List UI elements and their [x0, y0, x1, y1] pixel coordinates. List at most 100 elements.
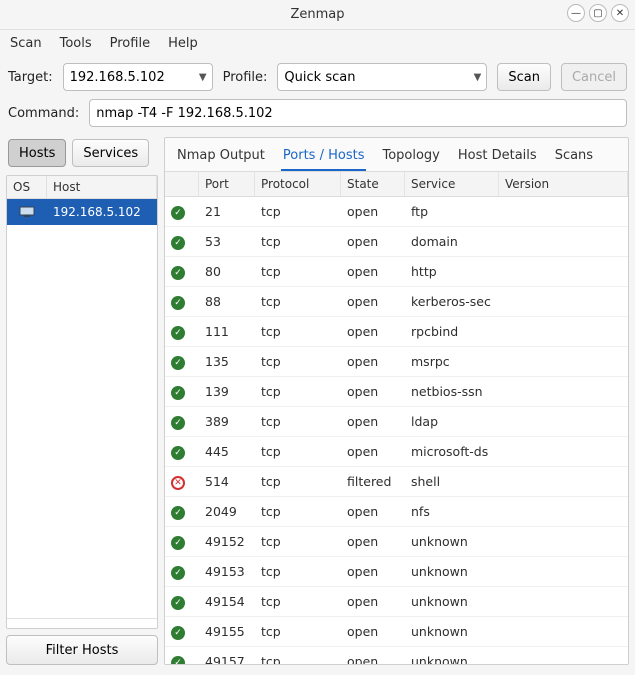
port-protocol-cell: tcp [255, 534, 341, 549]
port-state-cell: open [341, 414, 405, 429]
status-ok-icon: ✓ [171, 326, 185, 340]
port-number-cell: 2049 [199, 504, 255, 519]
port-row[interactable]: ✓88tcpopenkerberos-sec [165, 287, 628, 317]
window-title: Zenmap [290, 7, 344, 22]
status-ok-icon: ✓ [171, 656, 185, 664]
protocol-column-header[interactable]: Protocol [255, 172, 341, 196]
port-service-cell: shell [405, 474, 499, 489]
state-column-header[interactable]: State [341, 172, 405, 196]
host-list-scrollbar[interactable] [7, 618, 157, 628]
port-protocol-cell: tcp [255, 654, 341, 664]
menu-profile[interactable]: Profile [110, 36, 150, 51]
port-status-cell: ✓ [165, 443, 199, 460]
port-status-cell: ✓ [165, 413, 199, 430]
port-number-cell: 49153 [199, 564, 255, 579]
port-protocol-cell: tcp [255, 384, 341, 399]
window-controls: — ▢ ✕ [567, 4, 629, 22]
menu-tools[interactable]: Tools [60, 36, 92, 51]
close-icon[interactable]: ✕ [611, 4, 629, 22]
menu-scan[interactable]: Scan [10, 36, 42, 51]
port-row[interactable]: ✓49155tcpopenunknown [165, 617, 628, 647]
port-row[interactable]: ✓139tcpopennetbios-ssn [165, 377, 628, 407]
host-row[interactable]: 192.168.5.102 [7, 199, 157, 225]
command-toolbar: Command: [0, 95, 635, 131]
menu-help[interactable]: Help [168, 36, 198, 51]
tab-nmap-output[interactable]: Nmap Output [175, 144, 267, 171]
port-status-cell: ✓ [165, 323, 199, 340]
target-input[interactable] [63, 63, 213, 91]
port-service-cell: msrpc [405, 354, 499, 369]
port-row[interactable]: ✓49157tcpopenunknown [165, 647, 628, 664]
port-row[interactable]: ✓21tcpopenftp [165, 197, 628, 227]
maximize-icon[interactable]: ▢ [589, 4, 607, 22]
port-row[interactable]: ✕514tcpfilteredshell [165, 467, 628, 497]
port-service-cell: domain [405, 234, 499, 249]
status-ok-icon: ✓ [171, 266, 185, 280]
port-status-cell: ✓ [165, 653, 199, 664]
port-row[interactable]: ✓2049tcpopennfs [165, 497, 628, 527]
port-number-cell: 445 [199, 444, 255, 459]
tab-host-details[interactable]: Host Details [456, 144, 539, 171]
tab-ports-hosts[interactable]: Ports / Hosts [281, 144, 367, 171]
status-ok-icon: ✓ [171, 236, 185, 250]
right-pane: Nmap Output Ports / Hosts Topology Host Det… [164, 137, 629, 665]
port-number-cell: 49155 [199, 624, 255, 639]
port-number-cell: 49152 [199, 534, 255, 549]
port-status-cell: ✓ [165, 203, 199, 220]
host-column-header[interactable]: Host [47, 176, 157, 198]
port-protocol-cell: tcp [255, 564, 341, 579]
port-status-cell: ✓ [165, 563, 199, 580]
port-state-cell: open [341, 384, 405, 399]
port-row[interactable]: ✓49153tcpopenunknown [165, 557, 628, 587]
port-row[interactable]: ✓445tcpopenmicrosoft-ds [165, 437, 628, 467]
port-state-cell: open [341, 324, 405, 339]
status-ok-icon: ✓ [171, 596, 185, 610]
profile-label: Profile: [223, 70, 268, 85]
filter-hosts-button[interactable]: Filter Hosts [6, 635, 158, 665]
menubar: Scan Tools Profile Help [0, 30, 635, 59]
service-column-header[interactable]: Service [405, 172, 499, 196]
host-os-icon [7, 206, 47, 218]
port-row[interactable]: ✓111tcpopenrpcbind [165, 317, 628, 347]
port-row[interactable]: ✓80tcpopenhttp [165, 257, 628, 287]
os-column-header[interactable]: OS [7, 176, 47, 198]
left-pane: Hosts Services OS Host 192.168.5.102 Fil… [6, 137, 158, 665]
port-row[interactable]: ✓53tcpopendomain [165, 227, 628, 257]
port-protocol-cell: tcp [255, 234, 341, 249]
target-label: Target: [8, 70, 53, 85]
port-column-header[interactable]: Port [199, 172, 255, 196]
profile-input[interactable] [277, 63, 487, 91]
port-state-cell: open [341, 594, 405, 609]
scan-button[interactable]: Scan [497, 63, 551, 91]
port-service-cell: unknown [405, 594, 499, 609]
status-column-header[interactable] [165, 172, 199, 196]
port-row[interactable]: ✓389tcpopenldap [165, 407, 628, 437]
host-ip: 192.168.5.102 [47, 205, 141, 219]
port-protocol-cell: tcp [255, 624, 341, 639]
port-state-cell: open [341, 654, 405, 664]
minimize-icon[interactable]: — [567, 4, 585, 22]
port-protocol-cell: tcp [255, 504, 341, 519]
port-status-cell: ✓ [165, 503, 199, 520]
hosts-toggle-button[interactable]: Hosts [8, 139, 66, 167]
services-toggle-button[interactable]: Services [72, 139, 149, 167]
status-ok-icon: ✓ [171, 626, 185, 640]
command-input[interactable] [89, 99, 627, 127]
host-list: OS Host 192.168.5.102 [6, 175, 158, 629]
port-service-cell: netbios-ssn [405, 384, 499, 399]
port-protocol-cell: tcp [255, 414, 341, 429]
port-service-cell: rpcbind [405, 324, 499, 339]
port-row[interactable]: ✓49154tcpopenunknown [165, 587, 628, 617]
port-service-cell: unknown [405, 654, 499, 664]
port-row[interactable]: ✓135tcpopenmsrpc [165, 347, 628, 377]
port-protocol-cell: tcp [255, 204, 341, 219]
tab-topology[interactable]: Topology [380, 144, 441, 171]
port-row[interactable]: ✓49152tcpopenunknown [165, 527, 628, 557]
ports-table-body[interactable]: ✓21tcpopenftp✓53tcpopendomain✓80tcpopenh… [165, 197, 628, 664]
port-state-cell: open [341, 504, 405, 519]
status-ok-icon: ✓ [171, 356, 185, 370]
port-state-cell: open [341, 564, 405, 579]
tab-scans[interactable]: Scans [553, 144, 595, 171]
port-state-cell: open [341, 204, 405, 219]
version-column-header[interactable]: Version [499, 172, 628, 196]
